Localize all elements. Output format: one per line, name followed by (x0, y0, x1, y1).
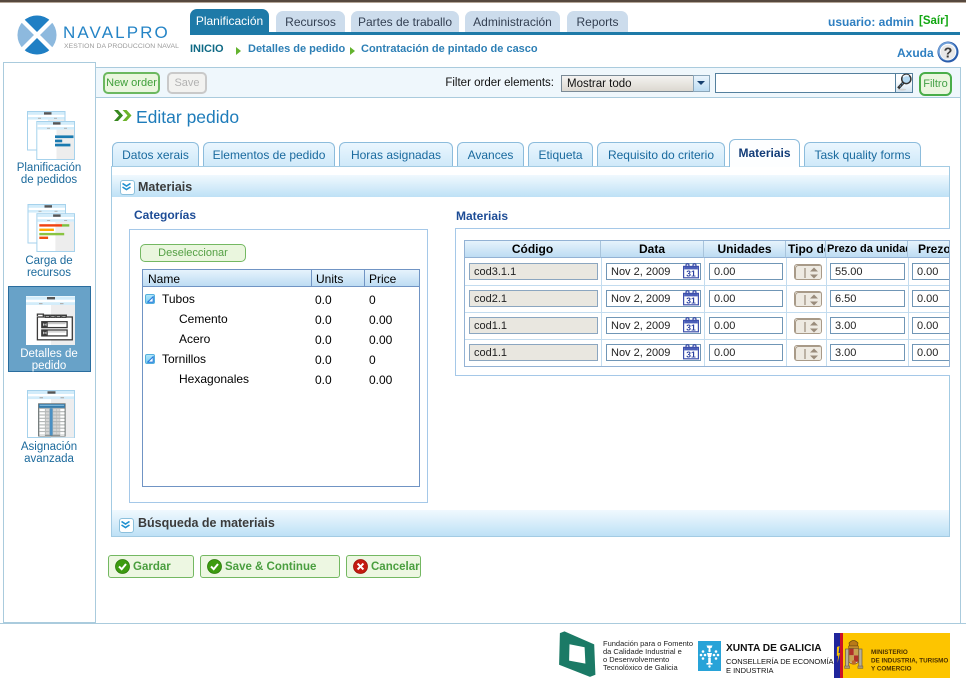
svg-text:?: ? (944, 45, 953, 61)
svg-text:Y COMERCIO: Y COMERCIO (871, 666, 912, 673)
svg-text:DE INDUSTRIA, TURISMO: DE INDUSTRIA, TURISMO (871, 658, 948, 665)
svg-text:MINISTERIO: MINISTERIO (871, 649, 908, 656)
